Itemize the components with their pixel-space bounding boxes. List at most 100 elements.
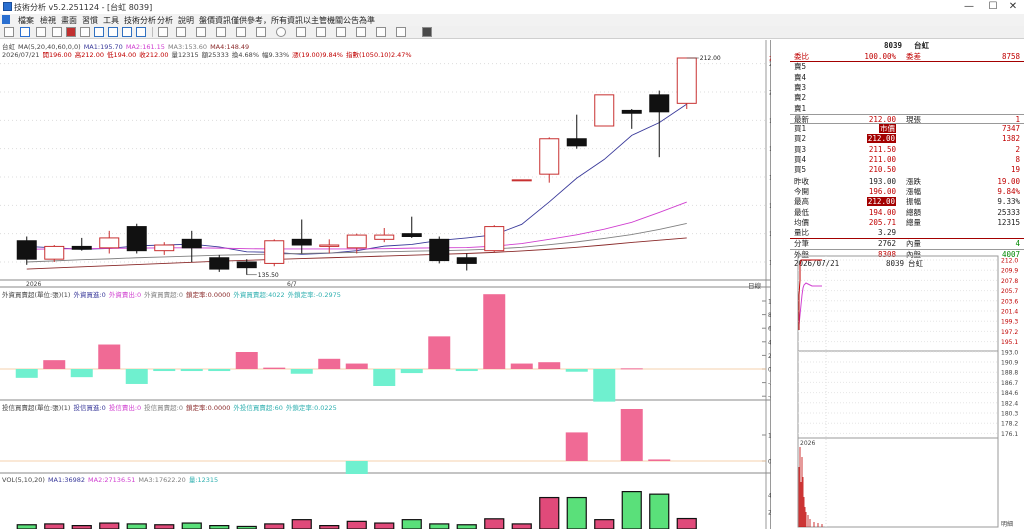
save-icon[interactable] xyxy=(422,27,432,37)
bid-label: 買1 xyxy=(794,124,807,134)
legend-item: VOL(5,10,20) xyxy=(2,476,45,484)
bid-price: 211.00 xyxy=(868,155,896,164)
foreign-bar xyxy=(180,369,203,372)
menu-app-icon[interactable] xyxy=(2,15,10,24)
stat-label: 今開 xyxy=(794,186,809,196)
foreign-tick-label: -2000 xyxy=(768,380,771,387)
volume-bar xyxy=(594,519,615,529)
candle-body xyxy=(401,233,422,238)
remove-icon[interactable] xyxy=(36,27,46,37)
menu-bar: 檔案 檢視 畫面 習慣 工具 技術分析 分析 說明 盤價資訊僅供參考，所有資訊以… xyxy=(0,14,1024,26)
circle-tool-icon[interactable] xyxy=(276,27,286,37)
polyline-tool-icon[interactable] xyxy=(296,27,306,37)
candle-icon[interactable] xyxy=(94,27,104,37)
bid-volume: 7347 xyxy=(1001,124,1020,134)
legend-item: MA3:17622.20 xyxy=(138,476,186,484)
minimize-button[interactable]: — xyxy=(958,0,980,14)
text-tool-icon[interactable] xyxy=(196,27,206,37)
legend-item: MA2:27136.51 xyxy=(88,476,136,484)
tick-row: 分筆 2762 內量 4 xyxy=(790,238,1024,248)
volume-tick-label: 40000 xyxy=(768,493,771,500)
quote-name: 台虹 xyxy=(914,41,929,50)
channel-tool-icon[interactable] xyxy=(376,27,386,37)
bid-row: 買1 市價 7347 xyxy=(790,124,1024,134)
title-bar: 技術分析 v5.2.251124 - [台虹 8039] — ☐ ✕ xyxy=(0,0,1024,14)
chart-area[interactable]: 212.00 210.00 200.00 190.00 180.00 170.00 160.… xyxy=(0,40,790,529)
stat-value-highlight: 212.00 xyxy=(866,197,896,207)
bid-volume: 2 xyxy=(1015,144,1020,154)
bid-price: 市價 xyxy=(842,124,896,134)
ask-label: 賣2 xyxy=(794,93,807,103)
intraday-price-tick: 176.1 xyxy=(1001,431,1018,438)
menu-help[interactable]: 說明 xyxy=(178,15,194,26)
close-button[interactable]: ✕ xyxy=(1002,0,1024,14)
red-icon[interactable] xyxy=(66,27,76,37)
volume-bar xyxy=(16,524,37,529)
list-icon[interactable] xyxy=(80,27,90,37)
legend-item: 投信買進:0 xyxy=(73,404,106,412)
draw-line-icon[interactable] xyxy=(176,27,186,37)
bid-label: 買3 xyxy=(794,144,807,154)
candle-icon-3[interactable] xyxy=(122,27,132,37)
volume-tick-label: 20000 xyxy=(768,510,771,517)
intraday-chart[interactable]: 212.0 209.9 207.8 205.7 203.6 201.4 199.3 197.2… xyxy=(790,255,1024,529)
zoom-icon[interactable] xyxy=(158,27,168,37)
bars-icon[interactable] xyxy=(216,27,226,37)
bid-label: 買2 xyxy=(794,134,807,144)
fib-tool-icon[interactable] xyxy=(356,27,366,37)
candle-icon-2[interactable] xyxy=(108,27,118,37)
foreign-bar xyxy=(208,369,231,372)
ask-row: 賣3 xyxy=(790,83,1024,93)
volume-bar xyxy=(456,524,477,529)
grid-tool-icon[interactable] xyxy=(236,27,246,37)
chart-canvas[interactable]: 212.00 210.00 200.00 190.00 180.00 170.00 160.… xyxy=(0,40,790,529)
intraday-price-tick: 190.9 xyxy=(1001,360,1018,367)
ruler-tool-icon[interactable] xyxy=(316,27,326,37)
intraday-price-tick: 193.0 xyxy=(1001,349,1018,356)
bid-row: 買2 212.00 1382 xyxy=(790,134,1024,144)
dealer-bar xyxy=(345,461,368,474)
stat-row: 最低 194.00 總額 25333 xyxy=(790,208,1024,218)
foreign-bar xyxy=(373,369,396,386)
quote-header: 8039 台虹 xyxy=(790,41,1024,51)
menu-tools[interactable]: 工具 xyxy=(103,15,119,26)
add-icon[interactable] xyxy=(20,27,30,37)
volume-bar xyxy=(676,517,697,529)
volume-bar xyxy=(126,523,147,529)
candle-body xyxy=(126,226,147,252)
ask-row: 賣4 xyxy=(790,73,1024,83)
arrow-tool-icon[interactable] xyxy=(336,27,346,37)
stat-label-2: 漲幅 xyxy=(906,186,921,196)
stat-label-2: 振幅 xyxy=(906,197,921,207)
rect-tool-icon[interactable] xyxy=(256,27,266,37)
menu-technical-analysis[interactable]: 技術分析 xyxy=(124,15,156,26)
menu-screen[interactable]: 畫面 xyxy=(61,15,77,26)
intraday-avg-line xyxy=(798,282,822,326)
menu-analysis[interactable]: 分析 xyxy=(157,15,173,26)
intraday-price-tick: 188.8 xyxy=(1001,370,1018,377)
stat-value: 196.00 xyxy=(868,186,896,196)
foreign-bar xyxy=(483,294,506,369)
menu-file[interactable]: 檔案 xyxy=(18,15,34,26)
stat-label-2: 漲跌 xyxy=(906,176,921,186)
grid-icon[interactable] xyxy=(52,27,62,37)
menu-habits[interactable]: 習慣 xyxy=(82,15,98,26)
stat-label: 最低 xyxy=(794,207,809,217)
intraday-price-tick: 195.1 xyxy=(1001,339,1018,346)
bid-volume: 19 xyxy=(1010,165,1020,175)
menu-view[interactable]: 檢視 xyxy=(40,15,56,26)
intraday-canvas: 212.0 209.9 207.8 205.7 203.6 201.4 199.3 197.2… xyxy=(797,255,1018,528)
foreign-bar xyxy=(510,363,533,369)
toolbar xyxy=(0,26,1024,39)
candle-icon-4[interactable] xyxy=(136,27,146,37)
maximize-button[interactable]: ☐ xyxy=(982,0,1004,14)
legend-item: 投信賣出:0 xyxy=(108,404,142,412)
bid-volume: 1382 xyxy=(1001,134,1020,144)
foreign-tick-label: -4000 xyxy=(768,394,771,401)
ask-label: 賣4 xyxy=(794,72,807,82)
legend-item: 外資買賣超:4022 xyxy=(233,291,285,299)
back-icon[interactable] xyxy=(4,27,14,37)
stat-value-2: 9.84% xyxy=(997,186,1020,196)
label-tool-icon[interactable] xyxy=(396,27,406,37)
low-price-label: 135.50 xyxy=(258,272,279,279)
